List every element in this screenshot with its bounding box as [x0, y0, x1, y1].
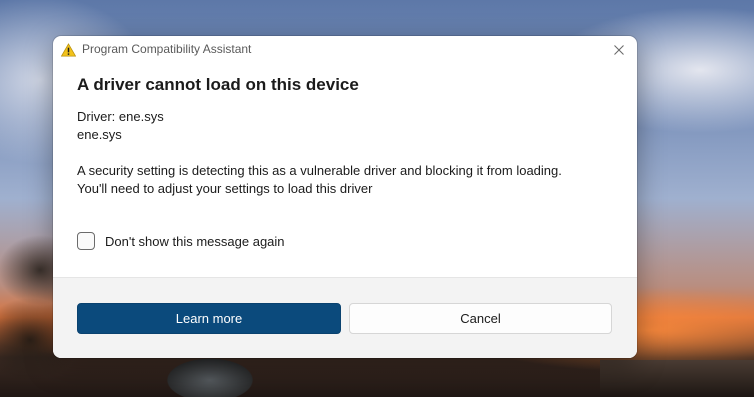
driver-name-line: Driver: ene.sys: [77, 109, 164, 124]
compatibility-dialog: Program Compatibility Assistant A driver…: [53, 36, 637, 358]
window-title: Program Compatibility Assistant: [82, 42, 252, 56]
warning-icon: [61, 43, 76, 57]
message-line-2: You'll need to adjust your settings to l…: [77, 181, 373, 196]
driver-file-line: ene.sys: [77, 127, 122, 142]
message-line-1: A security setting is detecting this as …: [77, 163, 562, 178]
close-button[interactable]: [607, 40, 631, 60]
title-bar: Program Compatibility Assistant: [53, 36, 637, 64]
button-footer: Learn more Cancel: [53, 277, 637, 358]
dont-show-again-label[interactable]: Don't show this message again: [105, 234, 285, 249]
dont-show-again-row[interactable]: Don't show this message again: [77, 231, 285, 251]
wallpaper-hills: [600, 360, 754, 397]
close-icon: [614, 45, 624, 55]
dialog-heading: A driver cannot load on this device: [77, 75, 359, 94]
dont-show-again-checkbox[interactable]: [77, 232, 95, 250]
learn-more-button[interactable]: Learn more: [77, 303, 341, 334]
cancel-button[interactable]: Cancel: [349, 303, 612, 334]
